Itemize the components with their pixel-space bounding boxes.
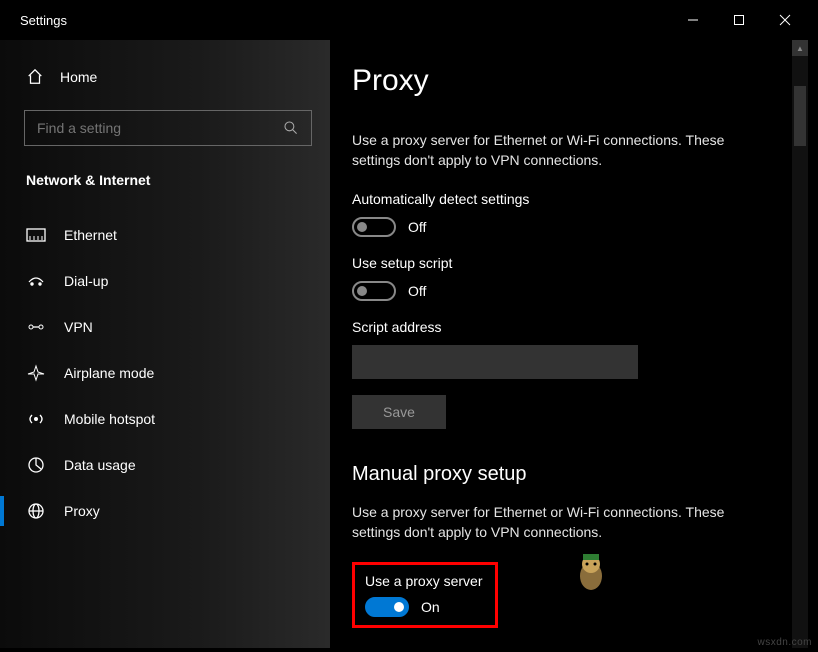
hotspot-icon bbox=[26, 410, 46, 428]
vpn-icon bbox=[26, 318, 46, 336]
use-proxy-label: Use a proxy server bbox=[365, 573, 485, 589]
sidebar-item-label: Ethernet bbox=[64, 227, 117, 243]
sidebar-item-label: Mobile hotspot bbox=[64, 411, 155, 427]
use-proxy-toggle[interactable] bbox=[365, 597, 409, 617]
auto-detect-state: Off bbox=[408, 219, 426, 235]
section-label: Network & Internet bbox=[0, 166, 330, 212]
dialup-icon bbox=[26, 272, 46, 290]
sidebar: Home Network & Internet Ethernet Dial-up… bbox=[0, 40, 330, 648]
auto-detect-label: Automatically detect settings bbox=[352, 191, 786, 207]
scroll-up-arrow[interactable]: ▲ bbox=[792, 40, 808, 56]
minimize-button[interactable] bbox=[670, 4, 716, 36]
sidebar-item-dialup[interactable]: Dial-up bbox=[0, 258, 330, 304]
script-address-label: Script address bbox=[352, 319, 786, 335]
close-icon bbox=[779, 14, 791, 26]
sidebar-item-label: VPN bbox=[64, 319, 93, 335]
content-pane: Proxy Use a proxy server for Ethernet or… bbox=[330, 40, 808, 648]
scrollbar-thumb[interactable] bbox=[794, 86, 806, 146]
search-box[interactable] bbox=[24, 110, 312, 146]
search-input[interactable] bbox=[37, 120, 273, 136]
watermark: wsxdn.com bbox=[757, 637, 812, 648]
close-button[interactable] bbox=[762, 4, 808, 36]
titlebar: Settings bbox=[0, 0, 808, 40]
home-icon bbox=[26, 68, 44, 86]
sidebar-item-vpn[interactable]: VPN bbox=[0, 304, 330, 350]
manual-proxy-desc: Use a proxy server for Ethernet or Wi-Fi… bbox=[352, 502, 772, 543]
sidebar-item-airplane[interactable]: Airplane mode bbox=[0, 350, 330, 396]
auto-proxy-desc: Use a proxy server for Ethernet or Wi-Fi… bbox=[352, 130, 772, 171]
home-nav[interactable]: Home bbox=[0, 58, 330, 96]
globe-icon bbox=[26, 502, 46, 520]
auto-detect-toggle[interactable] bbox=[352, 217, 396, 237]
sidebar-item-label: Airplane mode bbox=[64, 365, 154, 381]
sidebar-item-datausage[interactable]: Data usage bbox=[0, 442, 330, 488]
page-title: Proxy bbox=[352, 64, 786, 98]
use-proxy-state: On bbox=[421, 599, 440, 615]
data-usage-icon bbox=[26, 456, 46, 474]
sidebar-item-proxy[interactable]: Proxy bbox=[0, 488, 330, 534]
window-controls bbox=[670, 4, 808, 36]
sidebar-item-label: Dial-up bbox=[64, 273, 108, 289]
search-icon bbox=[283, 120, 299, 136]
use-proxy-highlight: Use a proxy server On bbox=[352, 562, 498, 628]
sidebar-item-ethernet[interactable]: Ethernet bbox=[0, 212, 330, 258]
sidebar-item-label: Proxy bbox=[64, 503, 100, 519]
setup-script-state: Off bbox=[408, 283, 426, 299]
airplane-icon bbox=[26, 364, 46, 382]
home-label: Home bbox=[60, 69, 97, 85]
maximize-icon bbox=[733, 14, 745, 26]
manual-setup-heading: Manual proxy setup bbox=[352, 463, 786, 486]
scrollbar[interactable]: ▲ bbox=[792, 40, 808, 648]
maximize-button[interactable] bbox=[716, 4, 762, 36]
script-address-input[interactable] bbox=[352, 345, 638, 379]
setup-script-toggle[interactable] bbox=[352, 281, 396, 301]
save-button[interactable]: Save bbox=[352, 395, 446, 429]
minimize-icon bbox=[687, 14, 699, 26]
setup-script-label: Use setup script bbox=[352, 255, 786, 271]
sidebar-item-hotspot[interactable]: Mobile hotspot bbox=[0, 396, 330, 442]
mascot-icon bbox=[574, 550, 608, 592]
ethernet-icon bbox=[26, 226, 46, 244]
sidebar-item-label: Data usage bbox=[64, 457, 136, 473]
window-title: Settings bbox=[20, 13, 67, 28]
